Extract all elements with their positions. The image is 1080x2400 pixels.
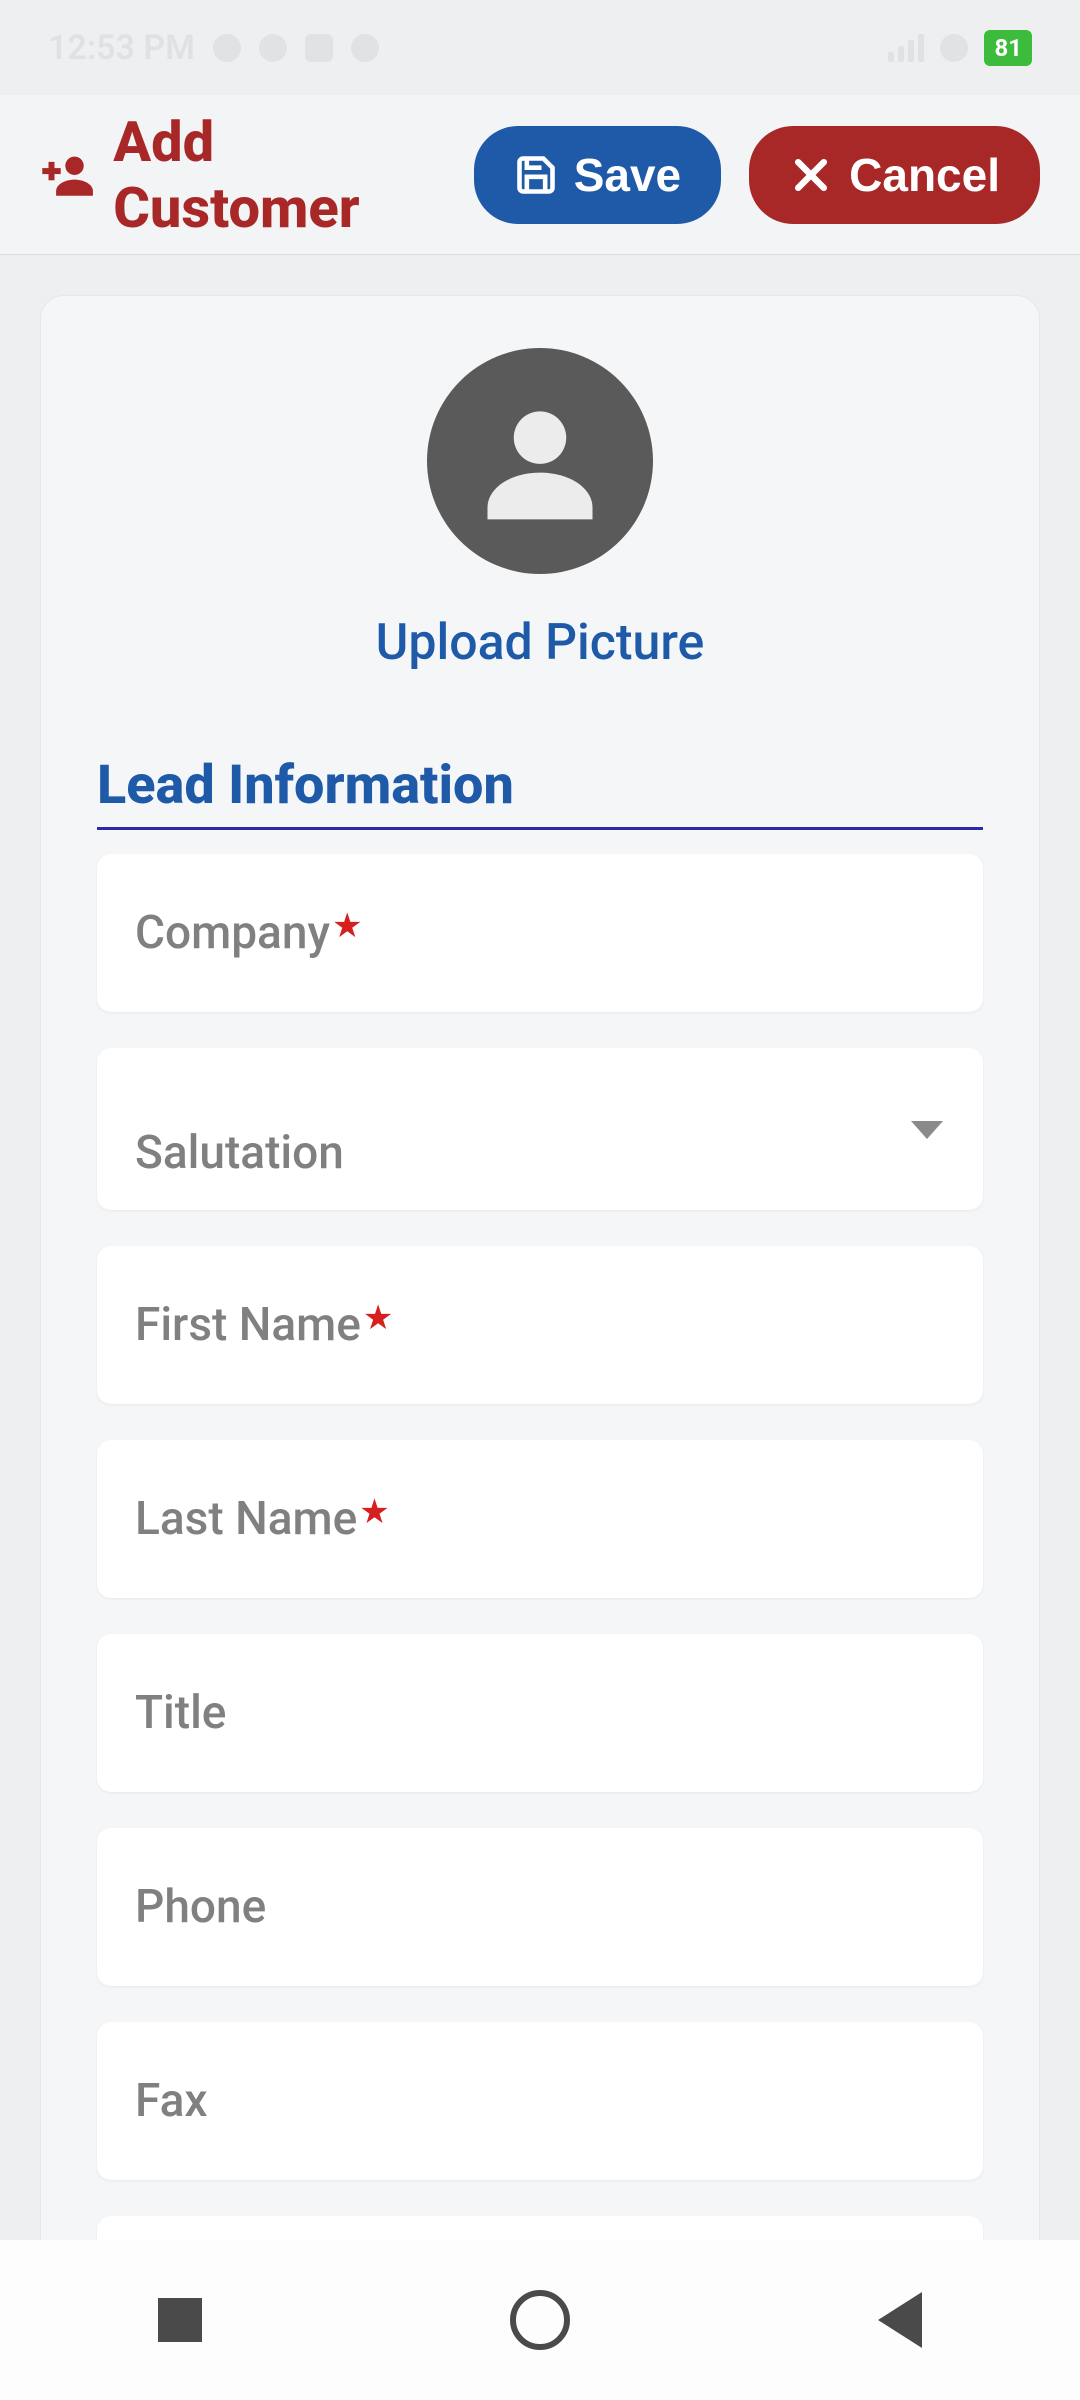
page-title-text: Add Customer [113,109,445,241]
alarm-icon [213,34,241,62]
phone-field[interactable]: Phone [97,1828,983,1986]
status-time: 12:53 PM [48,28,195,68]
first-name-label: First Name★ [135,1298,393,1352]
first-name-field[interactable]: First Name★ [97,1246,983,1404]
cancel-button-label: Cancel [849,148,1000,202]
chat-icon [259,34,287,62]
save-icon [514,153,558,197]
person-icon [470,391,610,531]
app-header: Add Customer Save Cancel [0,95,1080,255]
wifi-icon [940,34,968,62]
chevron-down-icon [911,1121,943,1139]
battery-indicator: 81 [984,30,1032,66]
status-left: 12:53 PM [48,28,379,68]
home-button[interactable] [480,2260,600,2380]
status-bar: 12:53 PM 81 [0,0,1080,95]
salutation-field[interactable]: Salutation [97,1048,983,1210]
form-fields: Company★ Salutation First Name★ Last Nam… [97,854,983,2295]
upload-picture-link[interactable]: Upload Picture [97,614,983,672]
company-field[interactable]: Company★ [97,854,983,1012]
add-person-icon [40,145,95,205]
page-title: Add Customer [40,109,446,241]
company-label: Company★ [135,906,362,960]
signal-icon [888,34,924,62]
save-button-label: Save [574,148,681,202]
fax-label: Fax [135,2074,208,2128]
section-title-lead-information: Lead Information [97,754,983,830]
title-field[interactable]: Title [97,1634,983,1792]
avatar-section: Upload Picture [97,344,983,672]
back-button[interactable] [840,2260,960,2380]
sync-icon [351,34,379,62]
cancel-button[interactable]: Cancel [749,126,1040,224]
notification-icon [305,34,333,62]
fax-field[interactable]: Fax [97,2022,983,2180]
last-name-label: Last Name★ [135,1492,390,1546]
system-nav-bar [0,2240,1080,2400]
recent-apps-button[interactable] [120,2260,240,2380]
salutation-label: Salutation [135,1126,344,1180]
phone-label: Phone [135,1880,266,1934]
last-name-field[interactable]: Last Name★ [97,1440,983,1598]
form-card: Upload Picture Lead Information Company★… [40,295,1040,2295]
avatar-placeholder[interactable] [427,348,653,574]
close-icon [789,153,833,197]
save-button[interactable]: Save [474,126,721,224]
battery-level: 81 [994,34,1022,62]
title-label: Title [135,1686,226,1740]
status-right: 81 [888,30,1032,66]
